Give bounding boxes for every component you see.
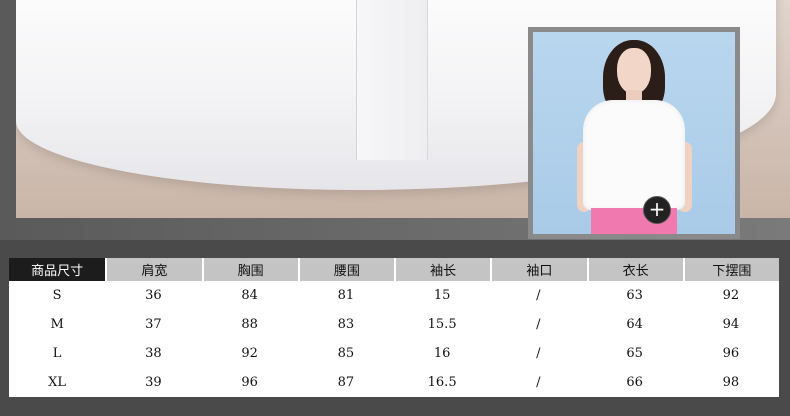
model-blouse	[583, 100, 685, 210]
table-cell: 96	[201, 368, 298, 397]
table-cell: 92	[682, 281, 779, 310]
table-cell: 66	[586, 368, 683, 397]
header-waist: 腰围	[297, 258, 394, 281]
model-thumbnail-frame[interactable]: +	[528, 27, 740, 239]
header-sleeve-length: 袖长	[394, 258, 491, 281]
table-cell: 64	[586, 310, 683, 339]
table-cell: /	[490, 310, 587, 339]
table-cell: 38	[105, 339, 202, 368]
table-cell: 37	[105, 310, 202, 339]
model-face	[617, 48, 651, 94]
table-row: XL 39 96 87 16.5 / 66 98	[9, 368, 779, 397]
table-cell: M	[9, 310, 106, 339]
table-cell: 98	[682, 368, 779, 397]
table-row: L 38 92 85 16 / 65 96	[9, 339, 779, 368]
table-cell: 83	[297, 310, 394, 339]
table-cell: XL	[9, 368, 106, 397]
table-cell: 88	[201, 310, 298, 339]
table-cell: 96	[682, 339, 779, 368]
table-cell: 36	[105, 281, 202, 310]
table-cell: 39	[105, 368, 202, 397]
table-row: S 36 84 81 15 / 63 92	[9, 281, 779, 310]
table-cell: /	[490, 368, 587, 397]
model-thumbnail[interactable]: +	[533, 32, 735, 234]
table-cell: L	[9, 339, 106, 368]
table-cell: 63	[586, 281, 683, 310]
size-table-header-row: 商品尺寸 肩宽 胸围 腰围 袖长 袖口 衣长 下摆围	[9, 258, 779, 281]
table-row: M 37 88 83 15.5 / 64 94	[9, 310, 779, 339]
table-cell: 85	[297, 339, 394, 368]
table-cell: /	[490, 281, 587, 310]
size-table: 商品尺寸 肩宽 胸围 腰围 袖长 袖口 衣长 下摆围 S 36 84 81 15…	[9, 258, 779, 397]
table-cell: 92	[201, 339, 298, 368]
table-cell: 16.5	[394, 368, 491, 397]
table-cell: 16	[394, 339, 491, 368]
plus-icon[interactable]: +	[643, 196, 671, 224]
table-cell: S	[9, 281, 106, 310]
shirt-placket	[356, 0, 428, 160]
table-cell: 15	[394, 281, 491, 310]
header-chest: 胸围	[201, 258, 298, 281]
table-cell: /	[490, 339, 587, 368]
header-cuff: 袖口	[490, 258, 587, 281]
table-cell: 94	[682, 310, 779, 339]
table-cell: 81	[297, 281, 394, 310]
table-cell: 84	[201, 281, 298, 310]
header-product-size: 商品尺寸	[9, 258, 106, 281]
header-length: 衣长	[586, 258, 683, 281]
header-hem: 下摆围	[682, 258, 779, 281]
table-cell: 87	[297, 368, 394, 397]
table-cell: 65	[586, 339, 683, 368]
table-cell: 15.5	[394, 310, 491, 339]
header-shoulder: 肩宽	[105, 258, 202, 281]
